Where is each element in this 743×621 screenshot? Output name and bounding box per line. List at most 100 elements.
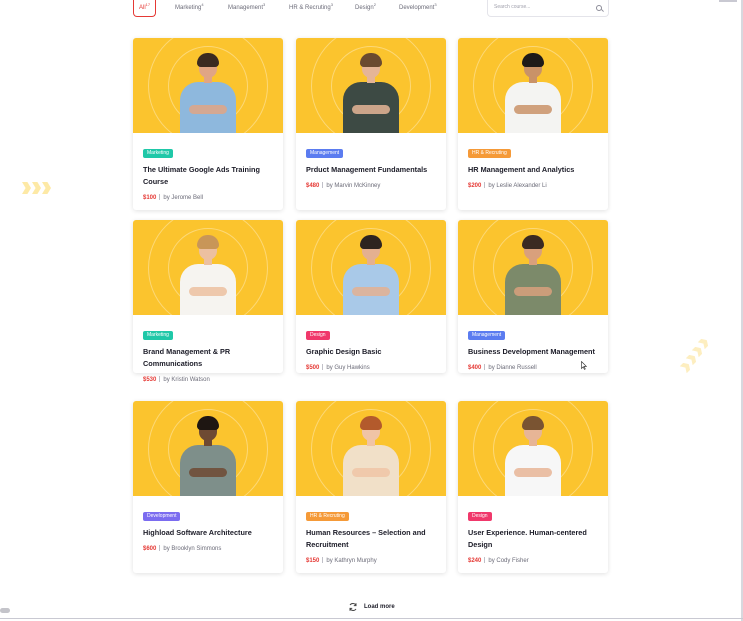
tab-all[interactable]: All17 (133, 0, 157, 17)
course-meta: $600 by Brooklyn Simmons (143, 545, 273, 554)
course-title[interactable]: Prduct Management Fundamentals (306, 164, 436, 176)
course-thumbnail[interactable] (296, 38, 446, 133)
course-card[interactable]: Marketing The Ultimate Google Ads Trainin… (133, 38, 283, 210)
load-more-button[interactable]: Load more (346, 599, 395, 615)
tab-hr-recruiting[interactable]: HR & Recruting3 (289, 0, 333, 17)
course-author: by Kathryn Murphy (326, 558, 377, 564)
course-price: $400 (468, 365, 482, 371)
meta-divider (484, 557, 486, 563)
category-badge[interactable]: Design (468, 512, 492, 521)
category-badge[interactable]: Management (306, 149, 344, 158)
course-author: by Marvin McKinney (326, 183, 381, 189)
course-meta: $480 by Marvin McKinney (306, 182, 436, 191)
course-card[interactable]: Marketing Brand Management & PR Communica… (133, 220, 283, 383)
meta-divider (159, 545, 161, 551)
meta-divider (159, 194, 161, 200)
course-thumbnail[interactable] (458, 401, 608, 496)
tab-count: 3 (263, 2, 266, 7)
tab-label: HR & Recruting (289, 5, 331, 11)
course-author: by Guy Hawkins (326, 365, 370, 371)
chevron-icon (686, 353, 699, 366)
course-card[interactable]: HR & Recruting HR Management and Analytic… (458, 38, 608, 210)
category-badge[interactable]: Marketing (143, 149, 173, 158)
load-more-label: Load more (364, 604, 395, 610)
instructor-photo (338, 45, 404, 133)
course-price: $150 (306, 558, 320, 564)
course-meta: $100 by Jerome Bell (143, 194, 273, 203)
course-card[interactable]: Management Business Development Managemen… (458, 220, 608, 373)
course-card[interactable]: Management Prduct Management Fundamentals… (296, 38, 446, 210)
meta-divider (322, 182, 324, 188)
course-author: by Kristin Watson (163, 377, 210, 383)
course-filter-bar: All17 Marketing4 Management3 HR & Recrut… (133, 0, 609, 17)
tab-marketing[interactable]: Marketing4 (175, 0, 204, 17)
course-price: $200 (468, 183, 482, 189)
meta-divider (484, 182, 486, 188)
course-title[interactable]: User Experience. Human-centered Design (468, 527, 598, 551)
course-card[interactable]: Design Graphic Design Basic $500 by Guy Haw… (296, 220, 446, 373)
category-badge[interactable]: HR & Recruting (468, 149, 511, 158)
course-author: by Brooklyn Simmons (163, 546, 222, 552)
tab-design[interactable]: Design2 (355, 0, 376, 17)
meta-divider (484, 364, 486, 370)
instructor-photo (338, 408, 404, 496)
category-badge[interactable]: Design (306, 331, 330, 340)
tab-count: 17 (145, 2, 151, 7)
search-icon[interactable] (596, 5, 602, 11)
meta-divider (159, 376, 161, 382)
course-title[interactable]: Human Resources – Selection and Recruitm… (306, 527, 436, 551)
course-price: $600 (143, 546, 157, 552)
horizontal-scroll-thumb[interactable] (0, 608, 10, 613)
course-thumbnail[interactable] (133, 220, 283, 315)
category-badge[interactable]: Development (143, 512, 181, 521)
course-price: $480 (306, 183, 320, 189)
course-meta: $400 by Dianne Russell (468, 364, 598, 373)
course-thumbnail[interactable] (458, 220, 608, 315)
course-thumbnail[interactable] (133, 38, 283, 133)
course-meta: $150 by Kathryn Murphy (306, 557, 436, 566)
course-thumbnail[interactable] (133, 401, 283, 496)
tab-count: 3 (330, 2, 333, 7)
tab-label: Design (355, 5, 374, 11)
tab-management[interactable]: Management3 (228, 0, 265, 17)
instructor-photo (500, 45, 566, 133)
course-author: by Leslie Alexander Li (488, 183, 547, 189)
course-thumbnail[interactable] (458, 38, 608, 133)
chevron-right-icon (32, 182, 41, 194)
category-badge[interactable]: HR & Recruting (306, 512, 349, 521)
search-input[interactable]: Search course... (487, 0, 609, 17)
tab-label: All (139, 5, 146, 11)
course-card[interactable]: Development Highload Software Architectur… (133, 401, 283, 573)
course-meta: $200 by Leslie Alexander Li (468, 182, 598, 191)
course-card[interactable]: HR & Recruting Human Resources – Selectio… (296, 401, 446, 573)
course-author: by Cody Fisher (488, 558, 529, 564)
course-thumbnail[interactable] (296, 401, 446, 496)
course-author: by Jerome Bell (163, 195, 204, 201)
course-thumbnail[interactable] (296, 220, 446, 315)
course-price: $240 (468, 558, 482, 564)
meta-divider (322, 364, 324, 370)
course-title[interactable]: Business Development Management (468, 346, 598, 358)
chevron-right-icon (42, 182, 51, 194)
course-title[interactable]: Graphic Design Basic (306, 346, 436, 358)
top-edge-mark (719, 0, 737, 2)
decorative-chevrons-left (18, 176, 62, 200)
instructor-photo (175, 45, 241, 133)
course-title[interactable]: The Ultimate Google Ads Training Course (143, 164, 273, 188)
chevron-icon (692, 345, 705, 358)
course-title[interactable]: Highload Software Architecture (143, 527, 273, 539)
tab-count: 3 (434, 2, 437, 7)
refresh-icon (346, 600, 360, 614)
course-price: $530 (143, 377, 157, 383)
course-title[interactable]: HR Management and Analytics (468, 164, 598, 176)
course-title[interactable]: Brand Management & PR Communications (143, 346, 273, 370)
tab-development[interactable]: Development3 (399, 0, 437, 17)
course-author: by Dianne Russell (488, 365, 537, 371)
mouse-cursor-icon (581, 361, 587, 370)
course-price: $500 (306, 365, 320, 371)
category-badge[interactable]: Marketing (143, 331, 173, 340)
instructor-photo (338, 227, 404, 315)
course-meta: $530 by Kristin Watson (143, 376, 273, 385)
category-badge[interactable]: Management (468, 331, 506, 340)
course-card[interactable]: Design User Experience. Human-centered De… (458, 401, 608, 573)
